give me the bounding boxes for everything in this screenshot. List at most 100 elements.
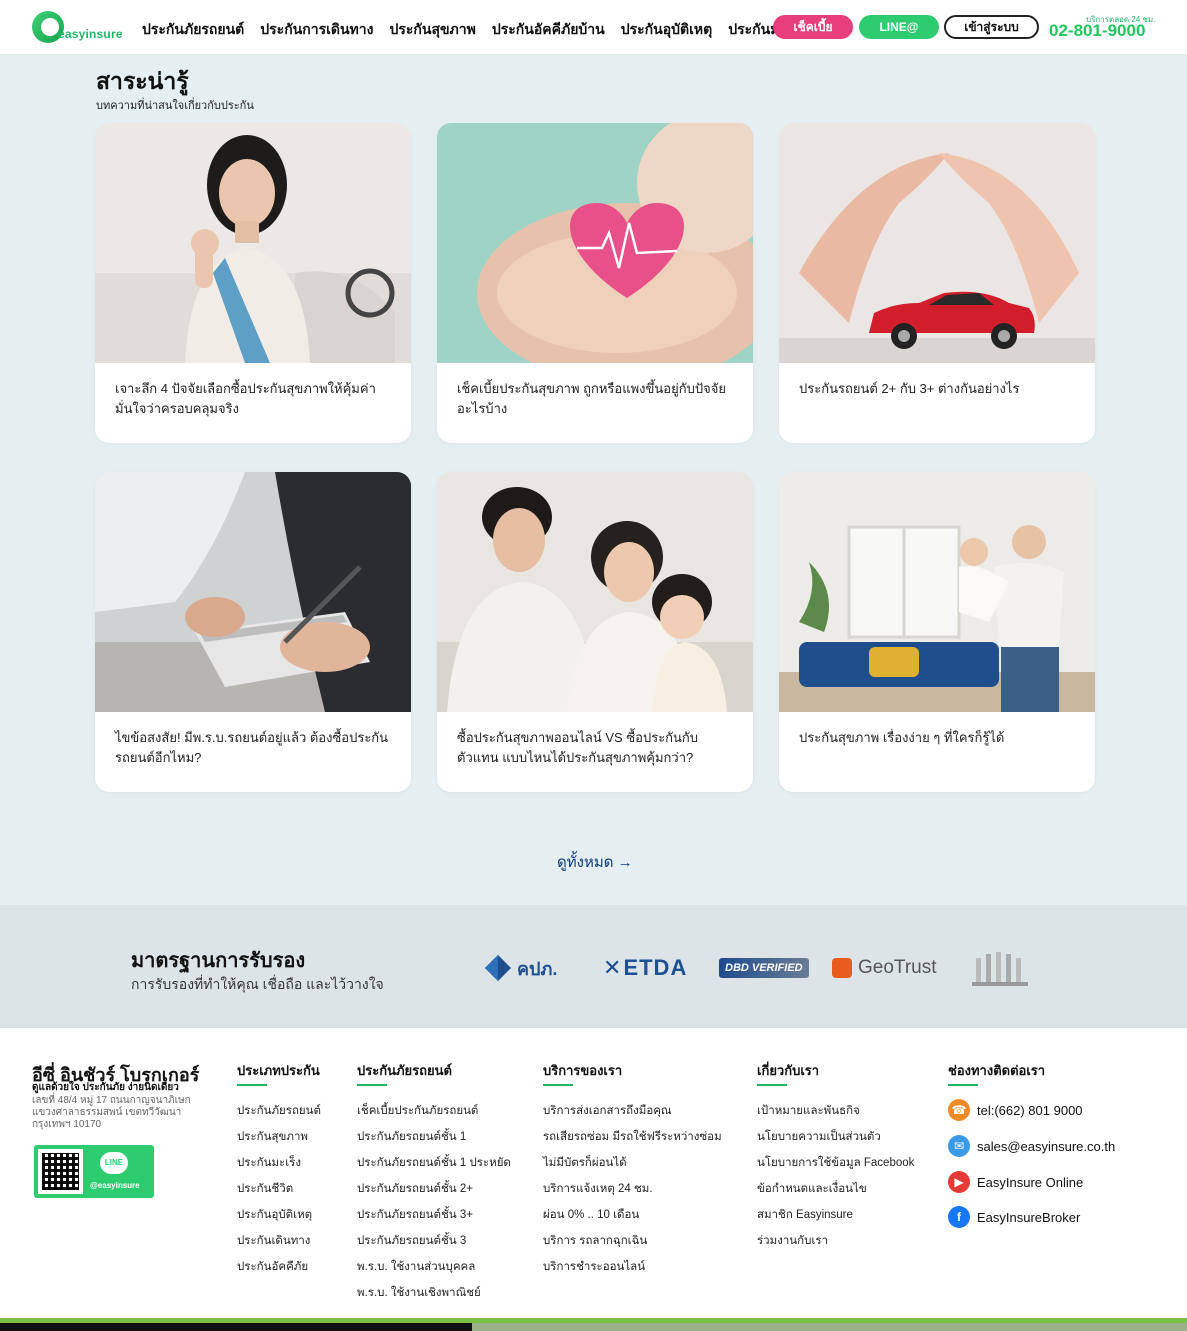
footer-link[interactable]: ประกันภัยรถยนต์ชั้น 3+: [357, 1206, 473, 1224]
footer-link[interactable]: บริการแจ้งเหตุ 24 ชม.: [543, 1180, 653, 1198]
footer-link[interactable]: ผ่อน 0% .. 10 เดือน: [543, 1206, 639, 1224]
article-image-car-hands: [779, 123, 1095, 363]
facebook-icon: f: [948, 1206, 970, 1228]
line-button[interactable]: LINE@: [859, 15, 939, 39]
dbd-logo: DBD VERIFIED: [719, 946, 809, 990]
footer-col-divider: [357, 1084, 387, 1086]
article-image-signing: [95, 472, 411, 712]
main-nav: ประกันภัยรถยนต์ ประกันการเดินทาง ประกันส…: [142, 19, 822, 41]
footer-bottom-strip: [0, 1323, 472, 1331]
footer-link[interactable]: บริการ รถลากฉุกเฉิน: [543, 1232, 647, 1250]
article-image-woman: [95, 123, 411, 363]
footer-col-divider: [237, 1084, 267, 1086]
article-image-family: [437, 472, 753, 712]
footer-link[interactable]: ประกันภัยรถยนต์: [237, 1102, 321, 1120]
article-card[interactable]: เช็คเบี้ยประกันสุขภาพ ถูกหรือแพงขึ้นอยู่…: [437, 123, 753, 443]
footer-link[interactable]: ข้อกำหนดและเงื่อนไข: [757, 1180, 867, 1198]
etda-logo: ✕ ETDA: [603, 946, 687, 990]
check-price-button[interactable]: เช็คเบี้ย: [773, 15, 853, 39]
line-qr-card[interactable]: LINE @easyinsure: [34, 1145, 154, 1198]
logo-text: easyinsure: [58, 27, 123, 41]
footer-col-divider: [543, 1084, 573, 1086]
line-badge-icon: LINE: [100, 1152, 128, 1174]
award-trophy-icon: [972, 946, 1028, 990]
etda-logo-text: ETDA: [623, 955, 688, 980]
youtube-icon: ▶: [948, 1171, 970, 1193]
nav-travel-insurance[interactable]: ประกันการเดินทาง: [260, 19, 373, 41]
geotrust-logo-text: GeoTrust: [858, 957, 937, 978]
view-all-link[interactable]: ดูทั้งหมด →: [557, 850, 633, 874]
article-card[interactable]: ไขข้อสงสัย! มีพ.ร.บ.รถยนต์อยู่แล้ว ต้องซ…: [95, 472, 411, 792]
article-card[interactable]: ประกันสุขภาพ เรื่องง่าย ๆ ที่ใครก็รู้ได้: [779, 472, 1095, 792]
contact-facebook[interactable]: f EasyInsureBroker: [948, 1206, 1080, 1228]
footer-link[interactable]: พ.ร.บ. ใช้งานเชิงพาณิชย์: [357, 1284, 481, 1302]
article-title: ไขข้อสงสัย! มีพ.ร.บ.รถยนต์อยู่แล้ว ต้องซ…: [115, 730, 389, 765]
footer-link[interactable]: พ.ร.บ. ใช้งานส่วนบุคคล: [357, 1258, 475, 1276]
footer-link[interactable]: ประกันเดินทาง: [237, 1232, 310, 1250]
footer-link[interactable]: ประกันภัยรถยนต์ชั้น 3: [357, 1232, 466, 1250]
contact-email-text: sales@easyinsure.co.th: [977, 1138, 1116, 1154]
footer-col-services-title: บริการของเรา: [543, 1063, 623, 1078]
phone-icon: ☎: [948, 1099, 970, 1121]
article-title: ประกันรถยนต์ 2+ กับ 3+ ต่างกันอย่างไร: [799, 381, 1020, 396]
footer-link[interactable]: นโยบายการใช้ข้อมูล Facebook: [757, 1154, 914, 1172]
footer-link[interactable]: ประกันภัยรถยนต์ชั้น 1: [357, 1128, 466, 1146]
article-card[interactable]: ซื้อประกันสุขภาพออนไลน์ VS ซื้อประกันกับ…: [437, 472, 753, 792]
contact-facebook-text: EasyInsureBroker: [977, 1209, 1081, 1225]
line-id: @easyinsure: [90, 1181, 140, 1190]
contact-email[interactable]: ✉ sales@easyinsure.co.th: [948, 1135, 1115, 1157]
certification-title: มาตรฐานการรับรอง: [131, 950, 306, 972]
footer-link[interactable]: สมาชิก Easyinsure: [757, 1206, 853, 1224]
article-card[interactable]: เจาะลึก 4 ปัจจัยเลือกซื้อประกันสุขภาพให้…: [95, 123, 411, 443]
footer-link[interactable]: ประกันสุขภาพ: [237, 1128, 308, 1146]
footer-link[interactable]: ประกันภัยรถยนต์ชั้น 2+: [357, 1180, 473, 1198]
footer-link[interactable]: ประกันภัยรถยนต์ชั้น 1 ประหยัด: [357, 1154, 511, 1172]
articles-title: สาระน่ารู้: [96, 68, 189, 94]
hotline-number[interactable]: 02-801-9000: [1049, 21, 1145, 41]
footer-link[interactable]: ประกันอุบัติเหตุ: [237, 1206, 312, 1224]
dbd-logo-text: DBD VERIFIED: [719, 958, 809, 978]
footer-col-divider: [757, 1084, 787, 1086]
nav-health-insurance[interactable]: ประกันสุขภาพ: [389, 19, 475, 41]
qr-code-icon: [38, 1149, 83, 1194]
footer-link[interactable]: ร่วมงานกับเรา: [757, 1232, 828, 1250]
footer-link[interactable]: เช็คเบี้ยประกันภัยรถยนต์: [357, 1102, 478, 1120]
footer-link[interactable]: ไม่มีบัตรก็ผ่อนได้: [543, 1154, 627, 1172]
article-title: เช็คเบี้ยประกันสุขภาพ ถูกหรือแพงขึ้นอยู่…: [457, 381, 726, 416]
oic-logo-text: คปภ.: [517, 958, 558, 979]
geotrust-icon: [832, 958, 852, 978]
article-card[interactable]: ประกันรถยนต์ 2+ กับ 3+ ต่างกันอย่างไร: [779, 123, 1095, 443]
footer-link[interactable]: บริการชำระออนไลน์: [543, 1258, 645, 1276]
footer-tagline: ดูแลด้วยใจ ประกันภัย ง่ายนิดเดียว: [32, 1082, 179, 1093]
contact-youtube[interactable]: ▶ EasyInsure Online: [948, 1171, 1083, 1193]
email-icon: ✉: [948, 1135, 970, 1157]
nav-car-insurance[interactable]: ประกันภัยรถยนต์: [142, 19, 244, 41]
oic-logo: คปภ.: [483, 946, 557, 990]
top-header: easyinsure ประกันภัยรถยนต์ ประกันการเดิน…: [0, 0, 1187, 55]
contact-youtube-text: EasyInsure Online: [977, 1174, 1084, 1190]
contact-phone-text: tel:(662) 801 9000: [977, 1102, 1083, 1118]
footer-col-car-title: ประกันภัยรถยนต์: [357, 1063, 452, 1078]
footer-link[interactable]: บริการส่งเอกสารถึงมือคุณ: [543, 1102, 672, 1120]
geotrust-logo: GeoTrust: [832, 946, 937, 990]
contact-phone[interactable]: ☎ tel:(662) 801 9000: [948, 1099, 1083, 1121]
logo[interactable]: easyinsure: [32, 11, 124, 45]
footer-link[interactable]: ประกันชีวิต: [237, 1180, 293, 1198]
footer-bottom-strip: [472, 1323, 1187, 1331]
articles-subtitle: บทความที่น่าสนใจเกี่ยวกับประกัน: [96, 100, 254, 112]
footer-link[interactable]: ประกันมะเร็ง: [237, 1154, 301, 1172]
footer-col-types-title: ประเภทประกัน: [237, 1063, 320, 1078]
footer-link[interactable]: นโยบายความเป็นส่วนตัว: [757, 1128, 881, 1146]
login-button[interactable]: เข้าสู่ระบบ: [944, 15, 1039, 39]
nav-fire-insurance[interactable]: ประกันอัคคีภัยบ้าน: [492, 19, 605, 41]
footer-link[interactable]: รถเสียรถซ่อม มีรถใช้ฟรีระหว่างซ่อม: [543, 1128, 722, 1146]
footer-link[interactable]: ประกันอัคคีภัย: [237, 1258, 308, 1276]
etda-x-icon: ✕: [603, 955, 622, 980]
article-image-home-family: [779, 472, 1095, 712]
article-image-heart-hands: [437, 123, 753, 363]
footer-col-contact-title: ช่องทางติดต่อเรา: [948, 1063, 1046, 1078]
footer-link[interactable]: เป้าหมายและพันธกิจ: [757, 1102, 860, 1120]
nav-accident-insurance[interactable]: ประกันอุบัติเหตุ: [621, 19, 712, 41]
article-title: ซื้อประกันสุขภาพออนไลน์ VS ซื้อประกันกับ…: [457, 730, 699, 765]
footer-col-divider: [948, 1084, 978, 1086]
